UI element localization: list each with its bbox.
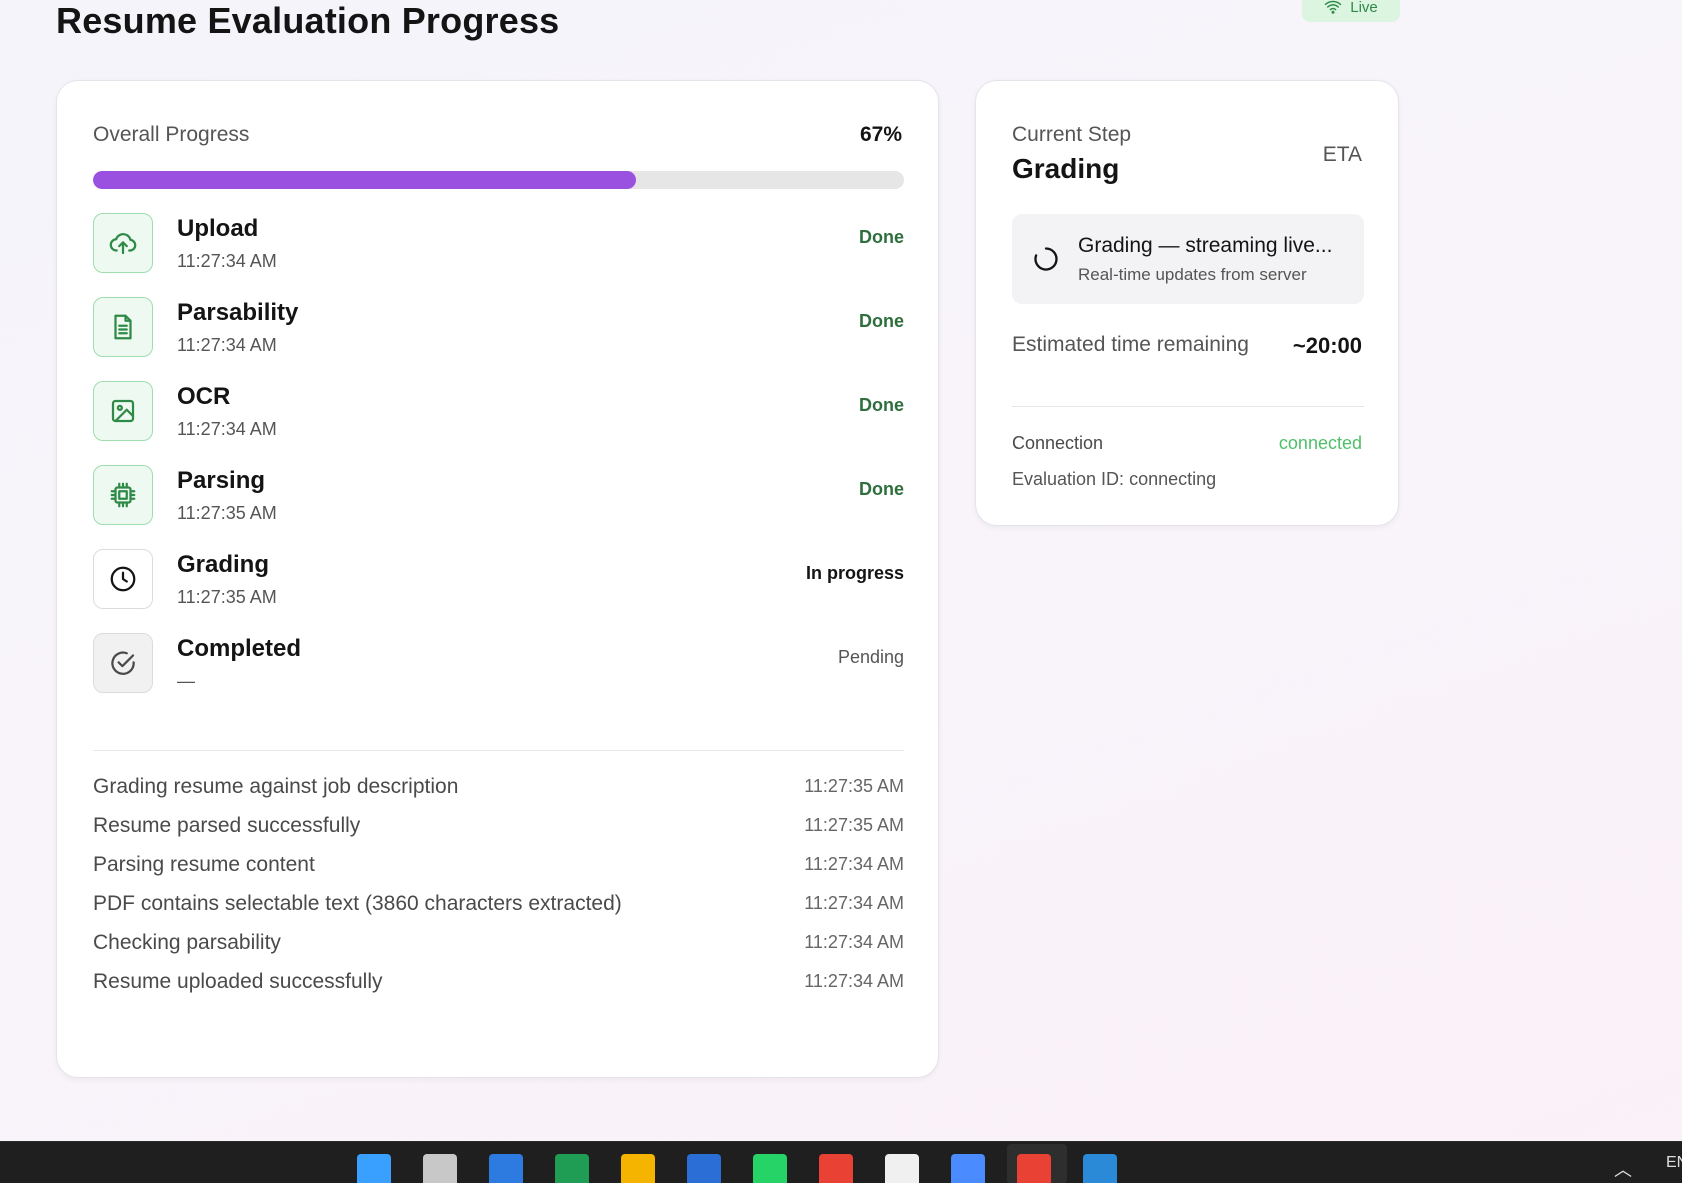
current-step-value: Grading (1012, 153, 1120, 184)
step-ocr: OCR 11:27:34 AM Done (93, 381, 904, 443)
progress-card: Overall Progress 67% Upload 11:27:34 AM Do… (56, 80, 939, 1078)
chevron-up-icon[interactable]: ︿ (1614, 1156, 1632, 1182)
language-indicator[interactable]: EN (1666, 1154, 1682, 1172)
log-message: Parsing resume content (93, 853, 315, 876)
document-icon (93, 297, 153, 357)
connection-status: connected (1278, 433, 1362, 453)
chatgpt-icon[interactable] (885, 1154, 919, 1183)
step-status: Done (859, 227, 904, 247)
step-name: Completed (177, 635, 302, 662)
arc-browser-icon[interactable] (951, 1154, 985, 1183)
image-icon (93, 381, 153, 441)
log-entry: PDF contains selectable text (3860 chara… (93, 892, 904, 922)
progress-bar-fill (93, 171, 637, 189)
step-completed: Completed — Pending (93, 633, 904, 695)
overall-progress-label: Overall Progress (93, 123, 250, 146)
step-time: 11:27:34 AM (177, 419, 277, 439)
log-time: 11:27:35 AM (804, 815, 904, 835)
step-upload: Upload 11:27:34 AM Done (93, 213, 904, 275)
step-parsing: Parsing 11:27:35 AM Done (93, 465, 904, 527)
log-entry: Checking parsability 11:27:34 AM (93, 931, 904, 961)
section-divider (93, 750, 904, 751)
log-message: Grading resume against job description (93, 775, 459, 798)
log-message: Resume parsed successfully (93, 814, 361, 837)
live-badge: Live (1302, 0, 1400, 22)
log-time: 11:27:34 AM (804, 893, 904, 913)
clock-icon (93, 549, 153, 609)
stream-title: Grading — streaming live... (1078, 234, 1333, 257)
evaluation-id-value: connecting (1129, 469, 1217, 489)
taskbar: ︿ EN (0, 1141, 1682, 1183)
streaming-status-box: Grading — streaming live... Real-time up… (1012, 214, 1364, 304)
time-remaining-label: Estimated time remaining (1012, 333, 1249, 356)
step-name: Parsability (177, 299, 299, 326)
step-name: Grading (177, 551, 270, 578)
step-grading: Grading 11:27:35 AM In progress (93, 549, 904, 611)
step-parsability: Parsability 11:27:34 AM Done (93, 297, 904, 359)
side-divider (1012, 406, 1364, 407)
live-label: Live (1350, 0, 1378, 16)
log-time: 11:27:35 AM (804, 776, 904, 796)
log-time: 11:27:34 AM (804, 854, 904, 874)
step-status: Pending (837, 647, 904, 667)
excel-icon[interactable] (555, 1154, 589, 1183)
log-time: 11:27:34 AM (804, 971, 904, 991)
step-time: 11:27:34 AM (177, 251, 277, 271)
log-entry: Parsing resume content 11:27:34 AM (93, 853, 904, 883)
step-time: 11:27:35 AM (177, 587, 277, 607)
word-icon[interactable] (687, 1154, 721, 1183)
log-entry: Resume uploaded successfully 11:27:34 AM (93, 970, 904, 1000)
current-step-card: Current Step Grading ETA Grading — strea… (975, 80, 1399, 526)
spinner-icon (1034, 247, 1058, 271)
log-message: PDF contains selectable text (3860 chara… (93, 892, 622, 915)
chrome-profile-icon[interactable] (1017, 1154, 1051, 1183)
step-name: OCR (177, 383, 231, 410)
log-time: 11:27:34 AM (804, 932, 904, 952)
file-explorer-icon[interactable] (621, 1154, 655, 1183)
page-title: Resume Evaluation Progress (56, 0, 560, 41)
time-remaining-value: ~20:00 (1292, 333, 1362, 358)
progress-bar (93, 171, 904, 189)
evaluation-id: Evaluation ID: connecting (1012, 469, 1216, 490)
whatsapp-icon[interactable] (753, 1154, 787, 1183)
cloud-upload-icon (93, 213, 153, 273)
overall-progress-value: 67% (859, 123, 902, 146)
stocks-app-icon[interactable] (489, 1154, 523, 1183)
vscode-icon[interactable] (1083, 1154, 1117, 1183)
current-step-label: Current Step (1012, 123, 1132, 146)
step-status: Done (859, 479, 904, 499)
log-message: Resume uploaded successfully (93, 970, 383, 993)
step-name: Upload (177, 215, 259, 242)
windows-start-icon[interactable] (357, 1154, 391, 1183)
step-time: 11:27:34 AM (177, 335, 277, 355)
step-name: Parsing (177, 467, 266, 494)
step-status: Done (859, 311, 904, 331)
wifi-icon (1324, 0, 1342, 14)
task-view-icon[interactable] (423, 1154, 457, 1183)
step-status: Done (859, 395, 904, 415)
step-time: 11:27:35 AM (177, 503, 277, 523)
log-message: Checking parsability (93, 931, 281, 954)
stream-subtitle: Real-time updates from server (1078, 265, 1307, 284)
step-time: — (177, 671, 195, 691)
evaluation-id-label: Evaluation ID: (1012, 469, 1125, 489)
log-entry: Resume parsed successfully 11:27:35 AM (93, 814, 904, 844)
connection-label: Connection (1012, 433, 1104, 453)
step-status: In progress (805, 563, 904, 583)
eta-label: ETA (1322, 143, 1362, 166)
check-circle-icon (93, 633, 153, 693)
log-entry: Grading resume against job description 11… (93, 775, 904, 805)
cpu-chip-icon (93, 465, 153, 525)
chrome-icon[interactable] (819, 1154, 853, 1183)
